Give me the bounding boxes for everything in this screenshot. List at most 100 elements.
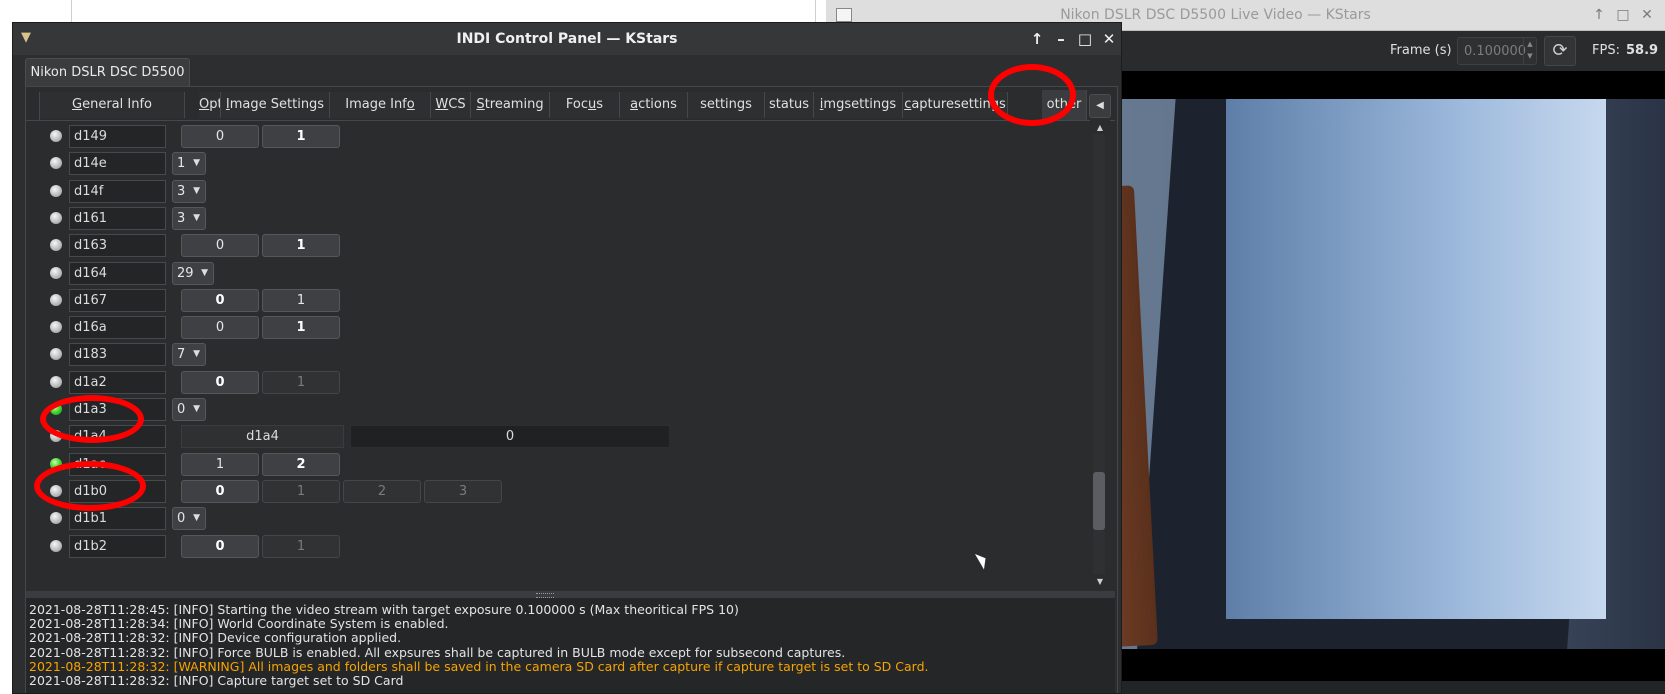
tab-label: ctions xyxy=(638,97,677,112)
switch-button-d163-0[interactable]: 0 xyxy=(181,234,259,258)
property-row-d1a3: d1a3 0 ▼ xyxy=(26,395,1086,424)
property-row-d1b1: d1b1 0 ▼ xyxy=(26,504,1086,533)
property-row-d167: d167 0 1 xyxy=(26,286,1086,315)
property-name: d14f xyxy=(69,179,166,203)
tab-label: CS xyxy=(448,97,466,112)
tab-image-settings[interactable]: Image Settings xyxy=(221,92,330,118)
scroll-up-icon[interactable]: ▲ xyxy=(1093,122,1107,134)
switch-button-d163-1[interactable]: 1 xyxy=(262,234,340,258)
monitor-screen xyxy=(1226,99,1606,619)
switch-button-d149-0[interactable]: 0 xyxy=(181,125,259,148)
property-name: d183 xyxy=(69,343,166,367)
switch-button-d16a-1[interactable]: 1 xyxy=(262,316,340,340)
switch-button-d1b0-2: 2 xyxy=(343,479,421,503)
tab-options[interactable]: Options xyxy=(199,92,221,118)
tab-scroll-left-button[interactable]: ◀ xyxy=(1089,94,1111,118)
log-line: 2021-08-28T11:28:32: [WARNING] All image… xyxy=(29,658,929,674)
text-label-d1a4: d1a4 xyxy=(181,425,344,449)
desktop-background-line xyxy=(815,0,816,22)
property-name: d163 xyxy=(69,234,166,258)
status-led-icon xyxy=(50,484,62,497)
log-line: 2021-08-28T11:28:34: [INFO] World Coordi… xyxy=(29,616,449,632)
tab-general-info[interactable]: General Info xyxy=(40,92,185,118)
property-row-d183: d183 7 ▼ xyxy=(26,340,1086,369)
property-row-d14f: d14f 3 ▼ xyxy=(26,177,1086,206)
status-led-icon xyxy=(50,430,62,443)
maximize-icon[interactable]: □ xyxy=(1613,0,1633,30)
status-led-icon xyxy=(50,512,62,525)
panel-titlebar[interactable]: ▼ INDI Control Panel — KStars ↑ – □ ✕ xyxy=(13,23,1121,55)
combo-box-d1b1[interactable]: 0 ▼ xyxy=(172,507,206,531)
keep-above-icon[interactable]: ↑ xyxy=(1589,0,1609,30)
tab-label: s xyxy=(596,97,604,112)
tab-mnemonic: S xyxy=(476,97,485,112)
tab-settings[interactable]: settings xyxy=(688,92,765,118)
tab-capturesettings[interactable]: capturesettings xyxy=(903,92,1008,118)
combo-box-d164[interactable]: 29 ▼ xyxy=(172,261,214,285)
combo-box-d1a3[interactable]: 0 ▼ xyxy=(172,398,206,421)
property-scrollbar[interactable]: ▲ ▼ xyxy=(1090,120,1110,591)
property-row-d161: d161 3 ▼ xyxy=(26,204,1086,233)
reset-frame-button[interactable]: ⟳ xyxy=(1544,36,1576,66)
switch-button-d167-1[interactable]: 1 xyxy=(262,288,340,312)
property-group-tabs: General Info OptionsImage SettingsImage I… xyxy=(26,88,1115,121)
switch-button-d149-1[interactable]: 1 xyxy=(262,125,340,148)
property-name: d164 xyxy=(69,261,166,285)
panel-window-title: INDI Control Panel — KStars xyxy=(456,31,678,47)
close-icon[interactable]: ✕ xyxy=(1637,0,1657,30)
frame-duration-spinbox[interactable]: 0.100000 ▲ ▼ xyxy=(1457,37,1537,65)
property-name: d149 xyxy=(69,125,166,148)
combo-box-d14e[interactable]: 1 ▼ xyxy=(172,152,206,176)
property-name: d16a xyxy=(69,316,166,340)
log-splitter[interactable] xyxy=(26,591,1115,598)
property-name: d1b2 xyxy=(69,534,166,558)
switch-button-d1b2-0[interactable]: 0 xyxy=(181,534,259,558)
maximize-icon[interactable]: □ xyxy=(1073,23,1097,55)
combo-value: 3 xyxy=(177,183,186,199)
switch-button-d16a-0[interactable]: 0 xyxy=(181,316,259,340)
scroll-down-icon[interactable]: ▼ xyxy=(1093,576,1107,588)
combo-box-d14f[interactable]: 3 ▼ xyxy=(172,179,206,203)
switch-button-d167-0[interactable]: 0 xyxy=(181,288,259,312)
window-app-icon xyxy=(836,8,852,22)
scroll-thumb[interactable] xyxy=(1093,472,1105,530)
tab-label: eneral Info xyxy=(82,97,152,112)
tab-actions[interactable]: actions xyxy=(620,92,688,118)
tab-image-info[interactable]: Image Info xyxy=(330,92,431,118)
switch-button-d1b0-0[interactable]: 0 xyxy=(181,479,259,503)
tab-imgsettings[interactable]: imgsettings xyxy=(814,92,903,118)
tab-label: settings xyxy=(700,97,752,112)
switch-button-d1ac-1[interactable]: 1 xyxy=(181,452,259,476)
tab-wcs[interactable]: WCS xyxy=(431,92,471,118)
status-led-icon xyxy=(50,157,62,170)
property-row-d163: d163 0 1 xyxy=(26,231,1086,260)
log-line: 2021-08-28T11:28:32: [INFO] Device confi… xyxy=(29,630,402,646)
close-icon[interactable]: ✕ xyxy=(1097,23,1121,55)
tab-focus[interactable]: Focus xyxy=(550,92,620,118)
tab-status[interactable]: status xyxy=(765,92,814,118)
text-value-d1a4: 0 xyxy=(350,425,670,449)
spin-arrows-icon[interactable]: ▲ ▼ xyxy=(1523,38,1536,64)
combo-value: 29 xyxy=(177,265,194,281)
chevron-down-icon: ▼ xyxy=(193,158,200,169)
minimize-icon[interactable]: – xyxy=(1049,23,1073,55)
tab-other[interactable]: other xyxy=(1042,90,1087,120)
tab-label: status xyxy=(769,97,809,112)
tab-label: other xyxy=(1046,97,1082,112)
tab-label: mage Settings xyxy=(229,97,325,112)
switch-button-d1a2-0[interactable]: 0 xyxy=(181,370,259,394)
tab-label: mgsettings xyxy=(823,97,897,112)
device-tab[interactable]: Nikon DSLR DSC D5500 xyxy=(25,58,190,87)
property-row-d1b2: d1b2 0 1 xyxy=(26,532,1086,561)
keep-above-icon[interactable]: ↑ xyxy=(1025,23,1049,55)
tab-label: apturesettings xyxy=(911,97,1006,112)
status-led-icon xyxy=(50,403,62,415)
property-list: d149 0 1 d14e 1 ▼ d14f 3 ▼ d161 3 ▼ d163 0 1 d164 29 ▼ d16… xyxy=(26,120,1115,591)
device-panel: General Info OptionsImage SettingsImage I… xyxy=(25,86,1118,693)
property-row-d149: d149 0 1 xyxy=(26,122,1086,151)
tab-streaming[interactable]: Streaming xyxy=(471,92,550,118)
combo-box-d183[interactable]: 7 ▼ xyxy=(172,343,206,367)
combo-box-d161[interactable]: 3 ▼ xyxy=(172,206,206,230)
switch-button-d1ac-2[interactable]: 2 xyxy=(262,452,340,476)
tab-label: treaming xyxy=(484,97,544,112)
